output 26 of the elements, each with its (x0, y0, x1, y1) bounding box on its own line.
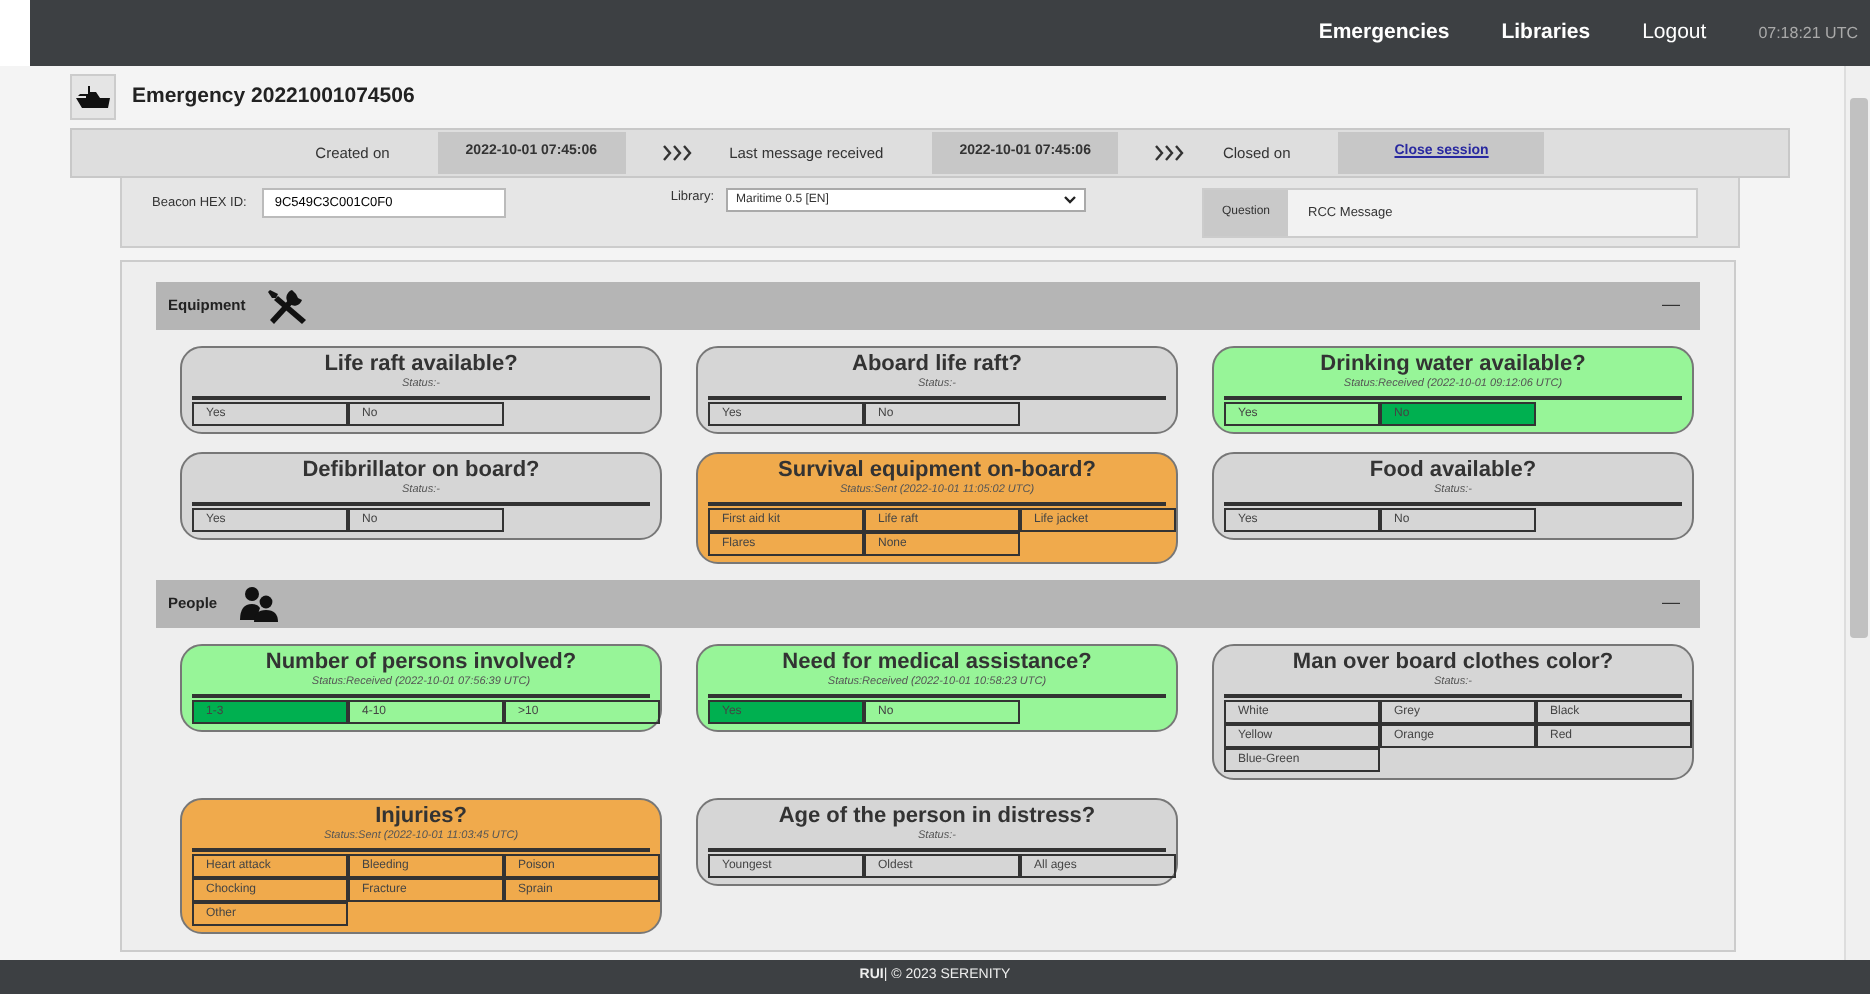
scrollbar[interactable] (1844, 66, 1870, 960)
question-title: Life raft available? (322, 352, 520, 376)
clock: 07:18:21 UTC (1758, 21, 1858, 45)
tools-icon (265, 288, 310, 324)
chevrons-icon (1154, 144, 1187, 162)
question-title: Defibrillator on board? (300, 458, 542, 482)
question-title: Number of persons involved? (263, 650, 579, 674)
question-title: Food available? (1367, 458, 1539, 482)
caret-icon (1064, 196, 1077, 204)
nav-link[interactable]: Libraries (1501, 17, 1591, 49)
question-title: Age of the person in distress? (776, 804, 1098, 828)
question-title: Aboard life raft? (850, 352, 1024, 376)
people-icon (237, 586, 278, 622)
question-title: Injuries? (373, 804, 469, 828)
page-title: Emergency 20221001074506 (132, 81, 415, 112)
question-title: Drinking water available? (1318, 352, 1588, 376)
question-title: Survival equipment on-board? (776, 458, 1098, 482)
collapse-button[interactable]: — (1654, 292, 1688, 320)
scrollbar-thumb[interactable] (1849, 98, 1867, 638)
question-title: Man over board clothes color? (1290, 650, 1616, 674)
ship-icon (76, 84, 110, 110)
nav-link[interactable]: Emergencies (1318, 17, 1450, 49)
chevrons-icon (661, 144, 694, 162)
question-title: Need for medical assistance? (780, 650, 1094, 674)
nav-link[interactable]: Logout (1642, 17, 1707, 49)
collapse-button[interactable]: — (1654, 590, 1688, 618)
